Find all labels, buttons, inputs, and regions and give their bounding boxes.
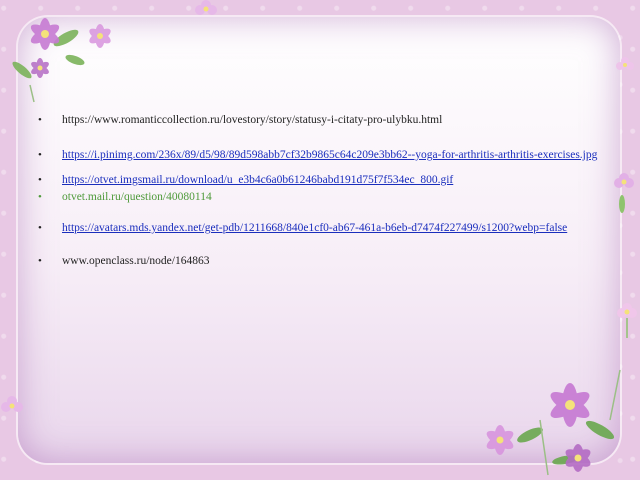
list-item: • https://avatars.mds.yandex.net/get-pdb… bbox=[38, 220, 598, 237]
small-flower-icon bbox=[616, 57, 634, 70]
source-text: www.openclass.ru/node/164863 bbox=[62, 255, 210, 267]
small-flower-icon bbox=[617, 303, 637, 338]
bullet-icon: • bbox=[38, 222, 42, 234]
source-text: otvet.mail.ru/question/40080114 bbox=[62, 191, 212, 203]
flower-cluster-top-left-icon bbox=[12, 18, 111, 103]
list-item: • https://www.romanticcollection.ru/love… bbox=[38, 112, 598, 129]
bullet-icon: • bbox=[38, 149, 42, 161]
source-link[interactable]: https://i.pinimg.com/236x/89/d5/98/89d59… bbox=[62, 149, 597, 161]
list-item: • otvet.mail.ru/question/40080114 bbox=[38, 189, 598, 206]
bullet-icon: • bbox=[38, 255, 42, 267]
source-link[interactable]: https://otvet.imgsmail.ru/download/u_e3b… bbox=[62, 174, 453, 186]
small-flower-icon bbox=[195, 0, 217, 15]
flower-cluster-bottom-right-icon bbox=[486, 369, 621, 476]
list-item: • https://otvet.imgsmail.ru/download/u_e… bbox=[38, 172, 598, 189]
bullet-icon: • bbox=[38, 191, 42, 203]
list-item: • https://i.pinimg.com/236x/89/d5/98/89d… bbox=[38, 147, 598, 164]
bullet-icon: • bbox=[38, 114, 42, 126]
list-item: • www.openclass.ru/node/164863 bbox=[38, 253, 598, 270]
bullet-icon: • bbox=[38, 174, 42, 186]
source-text: https://www.romanticcollection.ru/lovest… bbox=[62, 114, 443, 126]
small-flower-icon bbox=[614, 173, 634, 213]
small-flower-icon bbox=[1, 396, 23, 412]
source-link[interactable]: https://avatars.mds.yandex.net/get-pdb/1… bbox=[62, 222, 567, 234]
sources-list: • https://www.romanticcollection.ru/love… bbox=[38, 110, 598, 270]
